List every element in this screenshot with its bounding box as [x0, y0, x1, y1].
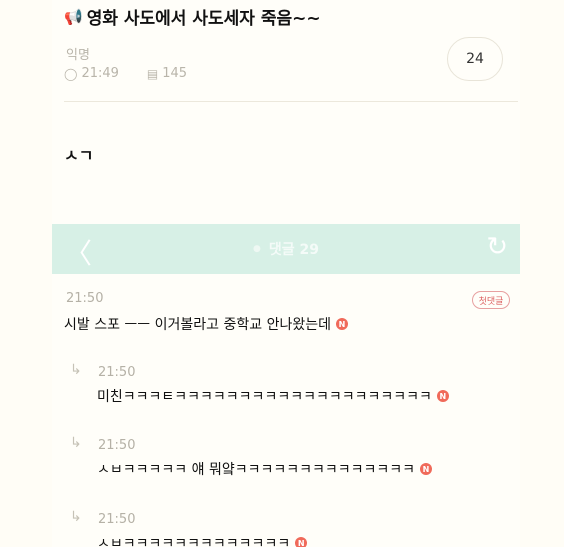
refresh-icon[interactable]: ↻	[486, 232, 508, 262]
comment-text: ㅅㅂㅋㅋㅋㅋㅋㅋㅋㅋㅋㅋㅋㅋㅋ N	[97, 533, 308, 547]
clock-icon: ◯	[64, 66, 78, 81]
views-icon: ▤	[146, 66, 159, 81]
comment-text-content: 시발 스포 ㅡㅡ 이거볼라고 중학교 안나왔는데	[64, 317, 331, 333]
comment-text: 미친ㅋㅋㅋㅌㅋㅋㅋㅋㅋㅋㅋㅋㅋㅋㅋㅋㅋㅋㅋㅋㅋㅋㅋㅋ N	[97, 386, 449, 406]
author-name: 익명	[66, 48, 90, 63]
megaphone-icon: 📢	[64, 7, 83, 26]
new-badge-icon: N	[295, 537, 308, 547]
comment-time: 21:50	[66, 291, 104, 306]
post-title: 📢 영화 사도에서 사도세자 죽음~~	[64, 4, 321, 30]
comment-text-content: ㅅㅂㅋㅋㅋㅋㅋ 얘 뭐얔ㅋㅋㅋㅋㅋㅋㅋㅋㅋㅋㅋㅋㅋㅋ	[97, 462, 416, 478]
comment-text-content: 미친ㅋㅋㅋㅌㅋㅋㅋㅋㅋㅋㅋㅋㅋㅋㅋㅋㅋㅋㅋㅋㅋㅋㅋㅋ	[97, 389, 432, 405]
first-comment-badge: 첫댓글	[472, 291, 510, 309]
comment-time: 21:50	[98, 438, 136, 453]
post-meta: ◯ 21:49 ▤ 145	[64, 66, 187, 81]
comments-bar-title: ● 댓글 29	[253, 239, 319, 259]
post-title-text: 영화 사도에서 사도세자 죽음~~	[86, 9, 321, 29]
post-body: ㅅㄱ	[64, 146, 94, 165]
reply-arrow-icon: ↳	[70, 362, 82, 378]
new-badge-icon: N	[436, 390, 449, 402]
new-badge-icon: N	[335, 318, 348, 330]
reply-arrow-icon: ↳	[70, 435, 82, 451]
comment-time: 21:50	[98, 512, 136, 527]
divider	[64, 101, 518, 102]
bar-dot-icon: ●	[253, 244, 261, 254]
back-icon[interactable]: 〈	[64, 232, 92, 272]
comment-text-content: ㅅㅂㅋㅋㅋㅋㅋㅋㅋㅋㅋㅋㅋㅋㅋ	[97, 536, 291, 547]
reply-arrow-icon: ↳	[70, 509, 82, 525]
post-views: 145	[162, 66, 188, 81]
comment-text: ㅅㅂㅋㅋㅋㅋㅋ 얘 뭐얔ㅋㅋㅋㅋㅋㅋㅋㅋㅋㅋㅋㅋㅋㅋ N	[97, 459, 433, 479]
post-time: 21:49	[81, 66, 119, 81]
comment-text: 시발 스포 ㅡㅡ 이거볼라고 중학교 안나왔는데 N	[64, 314, 348, 334]
comment-time: 21:50	[98, 365, 136, 380]
comments-bar: 〈 ● 댓글 29 ↻	[52, 224, 520, 274]
comment-count-button[interactable]: 24	[447, 37, 503, 81]
comments-bar-label: 댓글 29	[268, 242, 319, 258]
new-badge-icon: N	[420, 463, 433, 475]
